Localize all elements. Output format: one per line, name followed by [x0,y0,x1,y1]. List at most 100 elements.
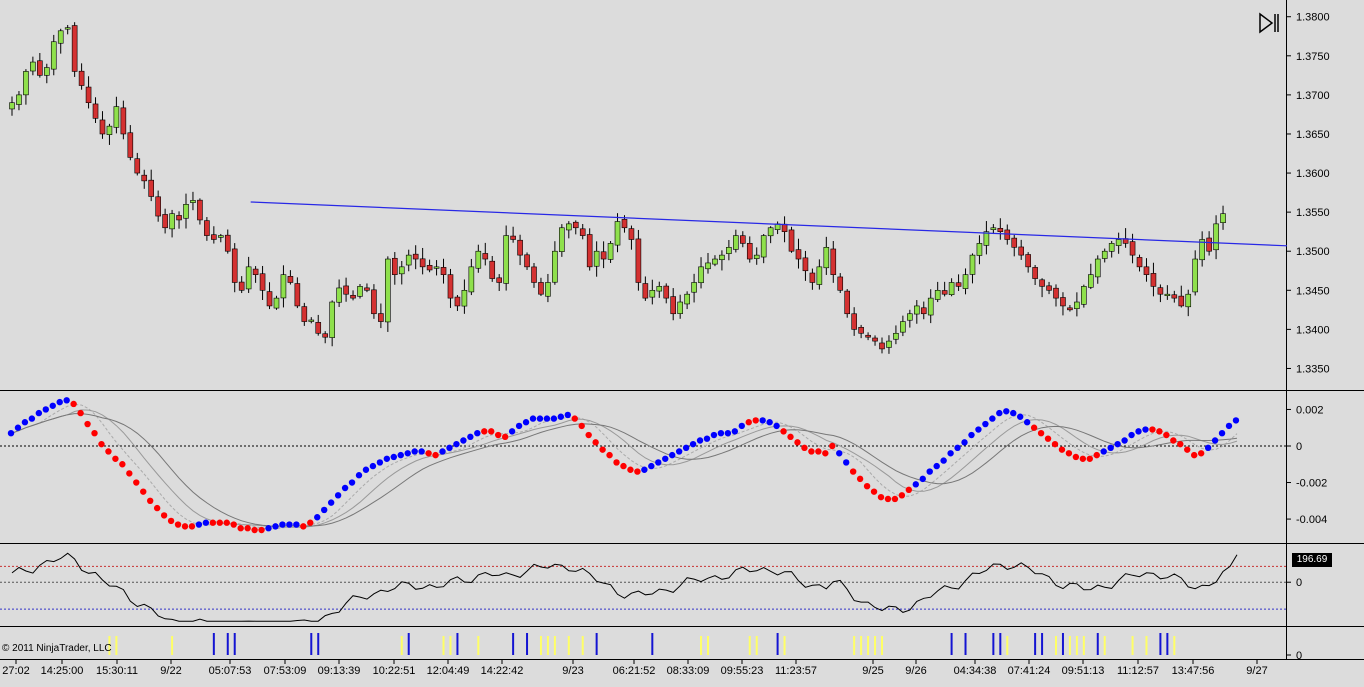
marker-yellow [546,636,549,655]
marker-blue [1041,633,1044,655]
marker-yellow [115,636,118,655]
oscillator-dot [613,459,620,466]
oscillator-dot [181,523,189,530]
x-tick-label: 09:13:39 [318,665,361,677]
oscillator-dot [641,466,648,473]
oscillator-dot [321,506,328,514]
candle-body [1004,229,1011,240]
oscillator-dot [202,519,210,526]
candle-body [552,250,558,283]
candle-body [795,249,802,260]
oscillator-dot [1156,428,1163,435]
oscillator-dot [968,431,975,439]
candle-body [858,326,864,334]
candle-body [997,227,1004,232]
marker-blue [233,633,236,655]
candle-body [23,71,29,96]
candle-body [204,220,210,236]
oscillator-dot [947,450,954,457]
candle-body [273,297,280,309]
oscillator-dot [829,442,836,450]
price-tick-label: 1.3650 [1296,129,1330,141]
candle-body [893,332,899,340]
x-tick-label: 06:21:52 [613,665,656,677]
candle-body [57,30,64,44]
candle-body [565,223,572,231]
oscillator-dot [501,433,509,441]
oscillator-dot [919,475,926,483]
candle-body [99,119,106,135]
oscillator-dot [982,420,989,428]
oscillator-dot [1211,437,1219,444]
candle-body [405,254,412,266]
candle-body [941,290,948,295]
candle-body [1053,287,1059,299]
candle-body [1192,258,1198,293]
candle-body [649,289,656,298]
candle-body [148,179,154,197]
candle-body [419,258,426,268]
candle-body [962,274,969,289]
x-tick-label: 10:22:51 [373,665,416,677]
marker-yellow [707,636,709,655]
marker-yellow [860,636,863,655]
candle-body [287,276,294,283]
oscillator-dot [1037,429,1045,437]
candle-body [809,272,816,283]
candle-body [245,266,252,290]
candle-body [378,313,384,322]
oscillator-dot [905,486,913,494]
candle-body [468,266,475,293]
x-tick-label: 14:25:00 [41,665,84,677]
candle-body [1039,279,1045,287]
oscillator-dot [49,402,56,409]
oscillator-dot [481,428,488,435]
marker-yellow [783,636,786,655]
candle-body [9,102,15,110]
chart-canvas: 1.3800 1.3750 1.3700 1.3650 1.3600 1.3550 1.35… [0,0,1364,682]
oscillator-dot [425,450,432,457]
oscillator-dot [453,440,460,448]
oscillator-dot [216,519,223,526]
marker-yellow [581,636,584,655]
candle-body [461,289,468,307]
candle-body [1011,237,1018,248]
candle-body [872,337,878,342]
marker-yellow [1068,636,1071,655]
oscillator-dot [258,526,265,534]
candle-body [155,196,161,217]
oscillator-dot [383,455,391,462]
candle-body [266,291,273,307]
oscillator-tick-label: 0 [1296,441,1302,453]
candle-body [593,250,600,267]
price-tick-label: 1.3750 [1296,51,1330,63]
candle-body [1213,223,1219,251]
candle-body [802,257,809,272]
oscillator-dot [488,428,495,435]
candle-body [1178,295,1185,307]
oscillator-dot [975,426,982,433]
candle-body [788,229,795,252]
candle-body [176,215,182,221]
price-tick-label: 1.3450 [1296,285,1330,297]
x-tick-label: 9/26 [905,665,926,677]
oscillator-dot [662,455,669,462]
x-tick-label: 07:53:09 [264,665,307,677]
x-tick-label: 9/22 [160,665,181,677]
candle-body [350,294,356,299]
oscillator-dot [237,525,244,532]
oscillator-dot [529,415,537,422]
x-tick-label: 13:47:56 [1172,665,1215,677]
marker-yellow [755,636,758,655]
marker-yellow [748,636,751,655]
candle-body [865,334,871,338]
oscillator-dot [1163,431,1170,439]
marker-yellow [853,636,856,655]
marker-blue [964,633,967,655]
price-tick-label: 1.3700 [1296,90,1330,102]
play-icon[interactable] [1256,11,1282,35]
oscillator-dot [70,400,77,408]
marker-yellow [1103,636,1106,655]
candle-body [329,301,335,338]
candle-body [545,282,551,297]
